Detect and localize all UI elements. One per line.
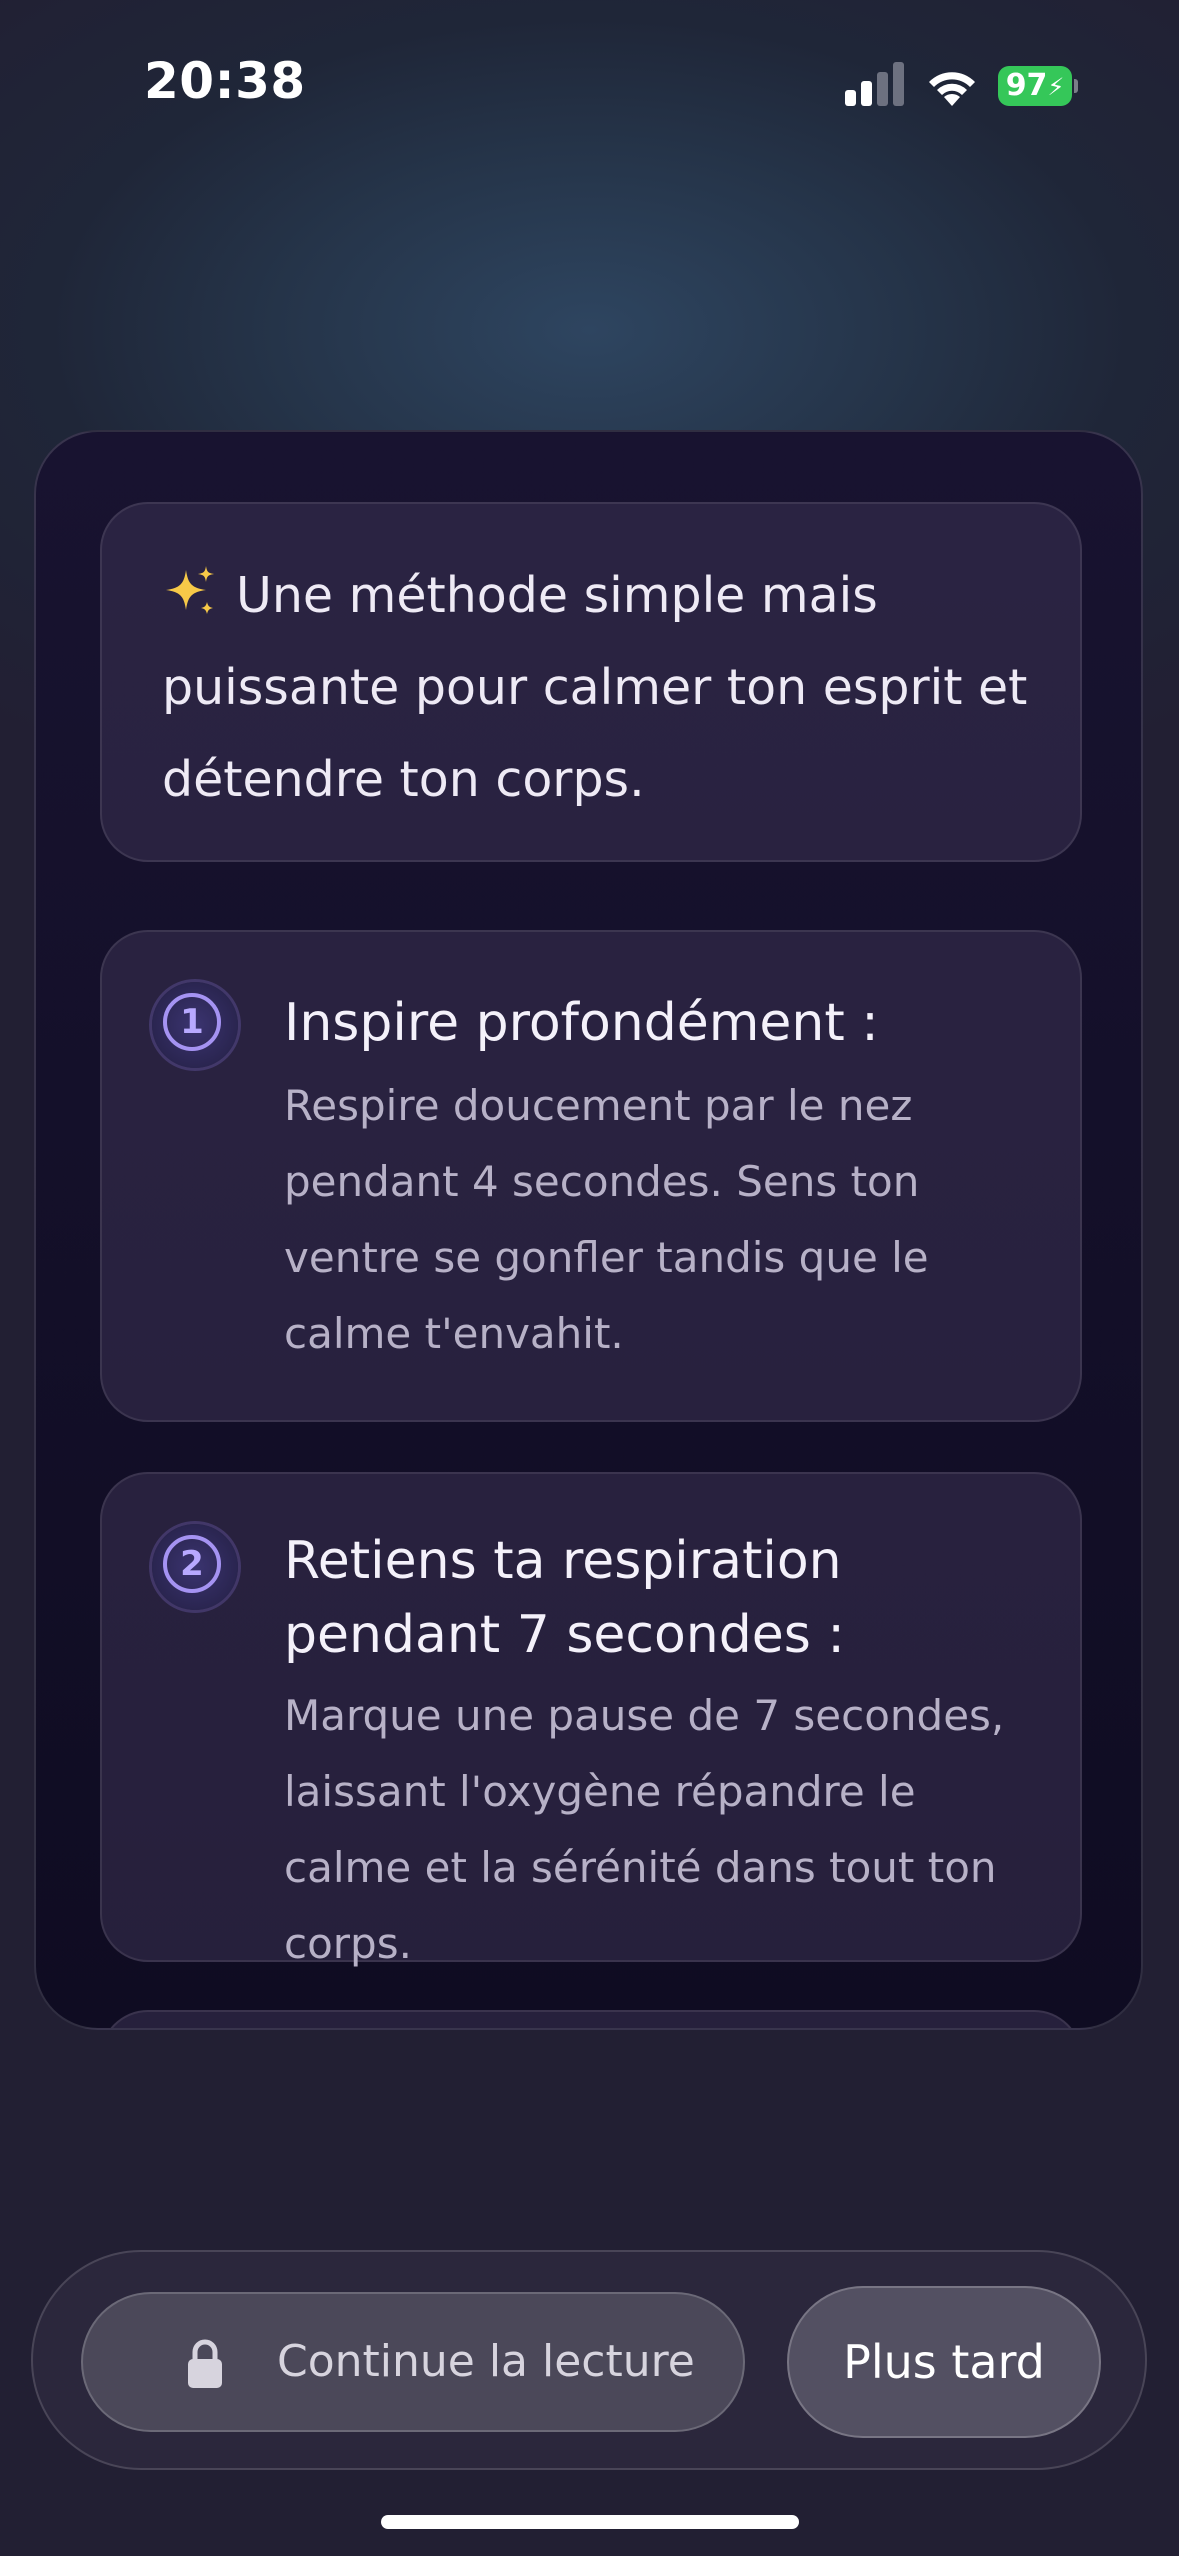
step-number: 1 [163, 993, 221, 1051]
step-description: Marque une pause de 7 secondes, laissant… [284, 1691, 1005, 1968]
status-time: 20:38 [144, 52, 306, 110]
lock-icon [188, 2339, 222, 2388]
later-button[interactable]: Plus tard [787, 2286, 1101, 2438]
step-title: Retiens ta respiration pendant 7 seconde… [284, 1531, 845, 1665]
article-card[interactable]: Une méthode simple mais puissante pour c… [34, 430, 1143, 2030]
charging-bolt-icon: ⚡ [1047, 73, 1065, 101]
home-indicator[interactable] [381, 2515, 799, 2529]
battery-percent: 97 [1005, 68, 1048, 103]
battery-level: 97⚡ [998, 66, 1072, 106]
intro-text: Une méthode simple mais puissante pour c… [162, 550, 1042, 826]
intro-panel: Une méthode simple mais puissante pour c… [100, 502, 1082, 862]
wifi-icon [929, 72, 975, 106]
intro-text-content: Une méthode simple mais puissante pour c… [162, 567, 1028, 808]
battery-icon: 97⚡ [998, 66, 1078, 106]
step-card-partial [100, 2010, 1082, 2028]
step-number: 2 [163, 1535, 221, 1593]
step-description: Respire doucement par le nez pendant 4 s… [284, 1081, 929, 1358]
signal-icon [845, 62, 904, 106]
bottom-action-bar: Continue la lecture Plus tard [31, 2250, 1147, 2470]
battery-cap [1074, 79, 1078, 93]
step-card: 2 Retiens ta respiration pendant 7 secon… [100, 1472, 1082, 1968]
sparkles-icon [166, 566, 214, 614]
step-number-badge: 2 [152, 1524, 238, 1610]
step-title: Inspire profondément : [284, 993, 879, 1053]
later-label: Plus tard [843, 2335, 1045, 2389]
step-number-badge: 1 [152, 982, 238, 1068]
continue-reading-button[interactable]: Continue la lecture [81, 2292, 745, 2432]
step-card: 1 Inspire profondément : Respire douceme… [100, 930, 1082, 1422]
continue-reading-label: Continue la lecture [277, 2336, 695, 2387]
status-bar: 20:38 97⚡ [0, 0, 1179, 170]
